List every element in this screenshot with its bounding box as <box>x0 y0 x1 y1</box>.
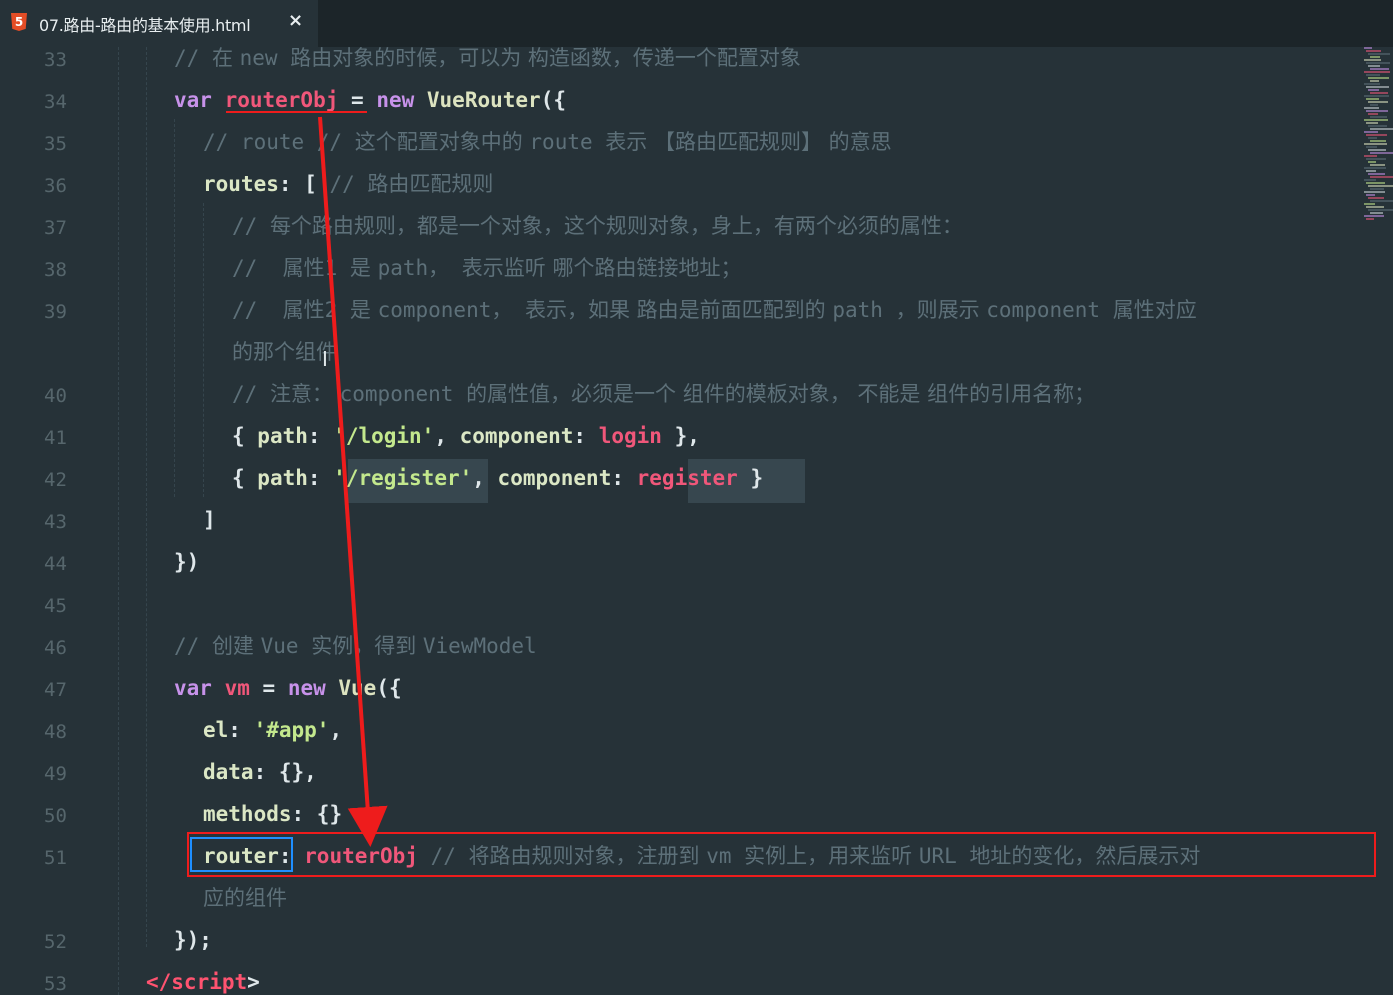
annotation-arrow <box>318 116 388 847</box>
text-cursor-icon: I <box>322 347 328 371</box>
tab-title: 07.路由-路由的基本使用.html <box>39 16 251 35</box>
close-icon[interactable]: × <box>288 10 303 31</box>
code-editor[interactable]: 33// 在 new 路由对象的时候，可以为 构造函数，传递一个配置对象 34 va… <box>0 47 1393 995</box>
tab-bar: 5 07.路由-路由的基本使用.html × <box>0 0 1393 47</box>
html5-icon: 5 <box>11 13 27 31</box>
file-tab[interactable]: 5 07.路由-路由的基本使用.html × <box>0 0 318 47</box>
